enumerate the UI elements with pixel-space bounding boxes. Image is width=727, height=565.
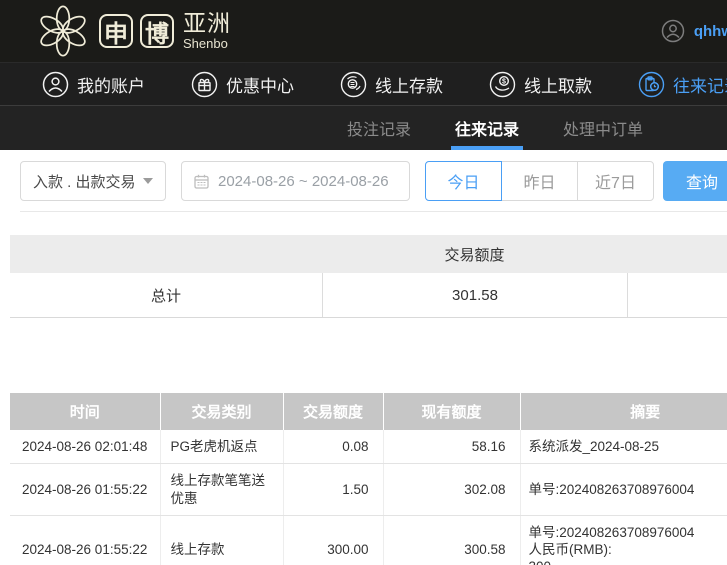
date-range-value: 2024-08-26 ~ 2024-08-26 <box>218 173 389 190</box>
cell-type: 线上存款 <box>160 515 283 565</box>
nav-label: 线上存款 <box>375 72 443 97</box>
records-table: 时间 交易类别 交易额度 现有额度 摘要 2024-08-26 02:01:48… <box>10 393 727 565</box>
last7days-button[interactable]: 近7日 <box>577 161 654 201</box>
sub-nav: 投注记录 往来记录 处理中订单 <box>0 105 727 150</box>
logo-region: 亚洲 Shenbo <box>183 12 231 50</box>
user-area[interactable]: qhhw <box>661 19 727 43</box>
col-time: 时间 <box>10 393 160 430</box>
yesterday-button[interactable]: 昨日 <box>501 161 578 201</box>
today-button[interactable]: 今日 <box>425 161 502 201</box>
records-header-row: 时间 交易类别 交易额度 现有额度 摘要 <box>10 393 727 430</box>
cell-summary: 单号:202408263708976004 <box>520 464 727 516</box>
table-row: 2024-08-26 02:01:48 PG老虎机返点 0.08 58.16 系… <box>10 430 727 464</box>
flower-logo-icon <box>34 2 92 60</box>
main-nav: 我的账户 优惠中心 <box>0 62 727 105</box>
nav-label: 优惠中心 <box>226 72 294 97</box>
table-row: 2024-08-26 01:55:22 线上存款笔笔送优惠 1.50 302.0… <box>10 464 727 516</box>
table-row: 2024-08-26 01:55:22 线上存款 300.00 300.58 单… <box>10 515 727 565</box>
filter-divider <box>20 211 727 212</box>
avatar-icon <box>661 19 685 43</box>
cell-balance: 300.58 <box>383 515 520 565</box>
cell-type: 线上存款笔笔送优惠 <box>160 464 283 516</box>
nav-item-deposit[interactable]: 线上存款 <box>340 71 443 98</box>
filter-bar: 入款 . 出款交易 2024-08-26 ~ 2024-08-26 今日 昨日 … <box>0 150 727 212</box>
transaction-type-value: 入款 . 出款交易 <box>33 171 136 192</box>
cell-summary: 系统派发_2024-08-25 <box>520 430 727 464</box>
tab-transaction-records[interactable]: 往来记录 <box>451 106 523 150</box>
summary-table: 交易额度 总计 301.58 <box>10 235 727 318</box>
date-range-input[interactable]: 2024-08-26 ~ 2024-08-26 <box>181 161 410 201</box>
cell-amount: 0.08 <box>283 430 383 464</box>
brand-bar: 申 博 亚洲 Shenbo qhhw <box>0 0 727 62</box>
cell-time: 2024-08-26 01:55:22 <box>10 464 160 516</box>
cell-time: 2024-08-26 02:01:48 <box>10 430 160 464</box>
nav-label: 往来记录 <box>673 72 727 97</box>
withdraw-icon: $ <box>489 71 516 98</box>
cell-summary: 单号:202408263708976004 人民币(RMB): 300 <box>520 515 727 565</box>
nav-item-promotions[interactable]: 优惠中心 <box>191 71 294 98</box>
tab-betting-records[interactable]: 投注记录 <box>343 106 415 150</box>
gift-icon <box>191 71 218 98</box>
cell-balance: 302.08 <box>383 464 520 516</box>
summary-total-value: 301.58 <box>322 273 627 317</box>
chevron-down-icon <box>143 178 153 184</box>
cell-amount: 300.00 <box>283 515 383 565</box>
logo-char-shen: 申 <box>99 14 133 48</box>
logo[interactable]: 申 博 亚洲 Shenbo <box>34 2 231 60</box>
cell-time: 2024-08-26 01:55:22 <box>10 515 160 565</box>
transaction-type-select[interactable]: 入款 . 出款交易 <box>20 161 166 201</box>
svg-text:$: $ <box>502 78 506 85</box>
nav-item-withdraw[interactable]: $ 线上取款 <box>489 71 592 98</box>
user-icon <box>42 71 69 98</box>
nav-item-my-account[interactable]: 我的账户 <box>42 71 145 98</box>
cell-balance: 58.16 <box>383 430 520 464</box>
username[interactable]: qhhw <box>694 23 727 40</box>
summary-total-row: 总计 301.58 <box>10 273 727 318</box>
tab-pending-orders[interactable]: 处理中订单 <box>559 106 647 150</box>
nav-label: 我的账户 <box>77 72 145 97</box>
summary-total-label: 总计 <box>10 285 322 306</box>
col-type: 交易类别 <box>160 393 283 430</box>
col-summary: 摘要 <box>520 393 727 430</box>
summary-amount-header: 交易额度 <box>322 244 627 265</box>
logo-char-bo: 博 <box>140 14 174 48</box>
deposit-icon <box>340 71 367 98</box>
page: 申 博 亚洲 Shenbo qhhw <box>0 0 727 565</box>
calendar-icon <box>193 173 210 190</box>
nav-label: 线上取款 <box>524 72 592 97</box>
records-icon <box>638 71 665 98</box>
logo-region-cn: 亚洲 <box>183 12 231 35</box>
col-amount: 交易额度 <box>283 393 383 430</box>
col-balance: 现有额度 <box>383 393 520 430</box>
cell-amount: 1.50 <box>283 464 383 516</box>
cell-type: PG老虎机返点 <box>160 430 283 464</box>
nav-item-records[interactable]: 往来记录 <box>638 71 727 98</box>
logo-region-en: Shenbo <box>183 37 231 50</box>
quick-range-group: 今日 昨日 近7日 <box>425 161 654 201</box>
summary-header-row: 交易额度 <box>10 235 727 273</box>
search-button[interactable]: 查询 <box>663 161 727 201</box>
